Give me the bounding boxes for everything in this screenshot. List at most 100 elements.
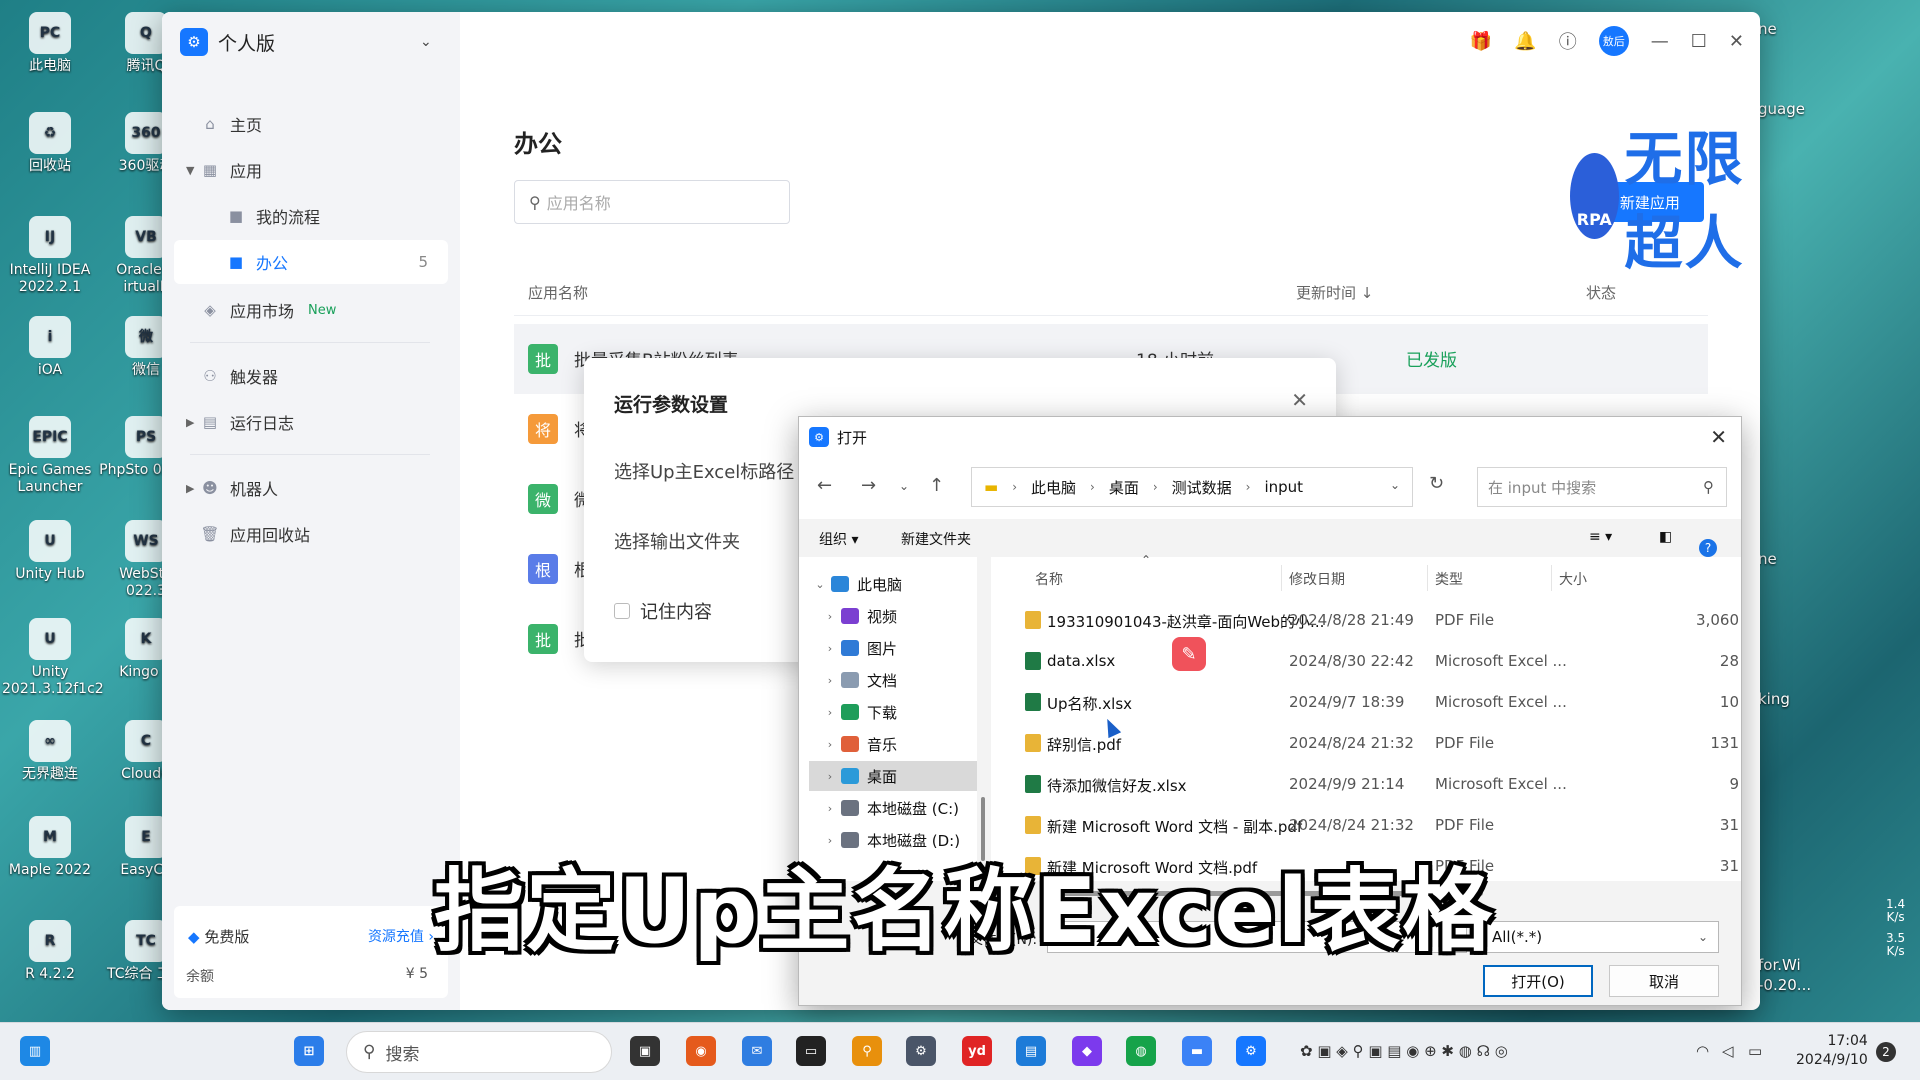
expand-arrow-icon[interactable]: ▼ (186, 164, 200, 177)
forward-arrow-icon[interactable]: → (861, 475, 876, 496)
organize-button[interactable]: 组织 ▾ (819, 529, 858, 549)
tree-item[interactable]: › 视频 (809, 601, 977, 631)
recent-chevron-icon[interactable]: ⌄ (899, 479, 909, 493)
wifi-icon[interactable]: ◠ (1696, 1042, 1709, 1060)
task-view-icon[interactable]: ▣ (630, 1036, 660, 1066)
expand-arrow-icon[interactable]: ▶ (186, 416, 200, 429)
address-bar[interactable]: ▬ › 此电脑 › 桌面 › 测试数据 › input ⌄ (971, 467, 1413, 507)
maximize-icon[interactable]: ☐ (1691, 31, 1707, 52)
column-separator[interactable] (1281, 565, 1282, 591)
nav-recycle[interactable]: 🗑 应用回收站 (174, 512, 448, 556)
close-icon[interactable]: ✕ (1710, 425, 1727, 449)
screen-pen-tool-icon[interactable]: ✎ (1172, 637, 1206, 671)
desktop-icon[interactable]: IJ IntelliJ IDEA 2022.2.1 (2, 216, 98, 296)
view-list-icon[interactable]: ≡ ▾ (1589, 529, 1612, 545)
taskbar-search[interactable]: ⚲ 搜索 (346, 1031, 612, 1073)
desktop-icon[interactable]: U Unity 2021.3.12f1c2 (2, 618, 104, 698)
nav-run-logs[interactable]: ▶ ▤ 运行日志 (174, 400, 448, 444)
chevron-right-icon[interactable]: › (819, 706, 841, 719)
edition-switcher[interactable]: ⚙ 个人版 (180, 28, 275, 56)
widgets-icon[interactable]: ▥ (20, 1036, 50, 1066)
desktop-icon[interactable]: ♻ 回收站 (2, 112, 98, 175)
chevron-right-icon[interactable]: › (819, 674, 841, 687)
nav-robots[interactable]: ▶ ☻ 机器人 (174, 466, 448, 510)
expand-arrow-icon[interactable]: ▶ (186, 482, 200, 495)
battery-icon[interactable]: ▭ (1748, 1042, 1762, 1060)
nav-market[interactable]: ◈ 应用市场 New (174, 288, 448, 332)
new-folder-button[interactable]: 新建文件夹 (901, 529, 971, 549)
refresh-icon[interactable]: ↻ (1429, 473, 1444, 494)
chevron-down-icon[interactable]: ⌄ (1390, 478, 1400, 492)
file-row[interactable]: data.xlsx 2024/8/30 22:42 Microsoft Excel … (991, 642, 1741, 682)
tree-item[interactable]: › 文档 (809, 665, 977, 695)
chevron-right-icon[interactable]: › (819, 738, 841, 751)
youdao-icon[interactable]: yd (962, 1036, 992, 1066)
help-icon[interactable]: ⓘ (1559, 28, 1577, 54)
open-button[interactable]: 打开(O) (1483, 965, 1593, 997)
gift-icon[interactable]: 🎁 (1470, 31, 1492, 52)
firefox-icon[interactable]: ◉ (686, 1036, 716, 1066)
file-row[interactable]: 辞别信.pdf 2024/8/24 21:32 PDF File 131 (991, 724, 1741, 764)
checkbox-box[interactable] (614, 603, 630, 619)
file-explorer-icon[interactable]: ▬ (1182, 1036, 1212, 1066)
desktop-icon[interactable]: EPIC Epic Games Launcher (2, 416, 98, 496)
col-date[interactable]: 修改日期 (1289, 569, 1345, 589)
filetype-select[interactable]: All(*.*) ⌄ (1483, 921, 1719, 953)
chevron-down-icon[interactable]: ⌄ (809, 578, 831, 591)
column-separator[interactable] (1427, 565, 1428, 591)
chevron-down-icon[interactable]: ⌄ (420, 34, 432, 50)
avatar[interactable]: 敖后 (1598, 26, 1629, 56)
desktop-icon[interactable]: i iOA (2, 316, 98, 379)
tree-item[interactable]: › 桌面 (809, 761, 977, 791)
bell-icon[interactable]: 🔔 (1514, 31, 1536, 52)
volume-icon[interactable]: ◁ (1722, 1042, 1734, 1060)
back-arrow-icon[interactable]: ← (817, 475, 832, 496)
nav-my-flows[interactable]: ■ 我的流程 (174, 194, 448, 238)
col-name[interactable]: 应用名称 (528, 282, 588, 303)
desktop-icon[interactable]: M Maple 2022 (2, 816, 98, 879)
desktop-icon[interactable]: U Unity Hub (2, 520, 98, 583)
col-type[interactable]: 类型 (1435, 569, 1463, 589)
terminal-icon[interactable]: ▭ (796, 1036, 826, 1066)
col-name[interactable]: 名称 (1035, 569, 1063, 589)
crumb-desktop[interactable]: 桌面 (1109, 477, 1139, 498)
file-search-input[interactable]: 在 input 中搜索 ⚲ (1477, 467, 1727, 507)
file-row[interactable]: Up名称.xlsx 2024/9/7 18:39 Microsoft Excel .… (991, 683, 1741, 723)
file-row[interactable]: 193310901043-赵洪章-面向Web的小... 2024/8/28 21:… (991, 601, 1741, 641)
nav-office[interactable]: ■ 办公 5 (174, 240, 448, 284)
app-search-input[interactable]: ⚲ 应用名称 (514, 180, 790, 224)
chevron-right-icon[interactable]: › (819, 802, 841, 815)
nav-triggers[interactable]: ⚇ 触发器 (174, 354, 448, 398)
crumb-testdata[interactable]: 测试数据 (1172, 477, 1232, 498)
chevron-right-icon[interactable]: › (819, 610, 841, 623)
rpa-app-icon[interactable]: ⚙ (1236, 1036, 1266, 1066)
col-size[interactable]: 大小 (1559, 569, 1587, 589)
column-separator[interactable] (1551, 565, 1552, 591)
search-tool-icon[interactable]: ⚲ (852, 1036, 882, 1066)
chevron-right-icon[interactable]: › (819, 770, 841, 783)
notification-badge[interactable]: 2 (1876, 1042, 1896, 1062)
close-icon[interactable]: ✕ (1729, 31, 1744, 52)
nav-home[interactable]: ⌂ 主页 (174, 102, 448, 146)
desktop-icon[interactable]: R R 4.2.2 (2, 920, 98, 983)
system-clock[interactable]: 17:04 2024/9/10 (1796, 1032, 1868, 1070)
tree-item[interactable]: › 下载 (809, 697, 977, 727)
mail-icon[interactable]: ✉ (742, 1036, 772, 1066)
tree-item[interactable]: ⌄ 此电脑 (809, 569, 977, 599)
nav-apps[interactable]: ▼ ▦ 应用 (174, 148, 448, 192)
notepad-icon[interactable]: ▤ (1016, 1036, 1046, 1066)
minimize-icon[interactable]: — (1651, 31, 1669, 52)
tree-item[interactable]: › 图片 (809, 633, 977, 663)
remember-checkbox[interactable]: 记住内容 (614, 598, 712, 624)
recharge-link[interactable]: 资源充值 › (368, 926, 434, 946)
chevron-right-icon[interactable]: › (819, 642, 841, 655)
col-updated[interactable]: 更新时间 ↓ (1296, 282, 1373, 303)
desktop-icon[interactable]: PC 此电脑 (2, 12, 98, 75)
file-row[interactable]: 待添加微信好友.xlsx 2024/9/9 21:14 Microsoft Exce… (991, 765, 1741, 805)
crumb-input[interactable]: input (1264, 478, 1303, 496)
desktop-icon[interactable]: ∞ 无界趣连 (2, 720, 98, 783)
tree-item[interactable]: › 音乐 (809, 729, 977, 759)
tray-icons[interactable]: ✿ ▣ ◈ ⚲ ▣ ▤ ◉ ⊕ ✱ ◍ ☊ ◎ (1300, 1042, 1508, 1060)
cancel-button[interactable]: 取消 (1609, 965, 1719, 997)
preview-pane-icon[interactable]: ◧ (1659, 529, 1672, 545)
